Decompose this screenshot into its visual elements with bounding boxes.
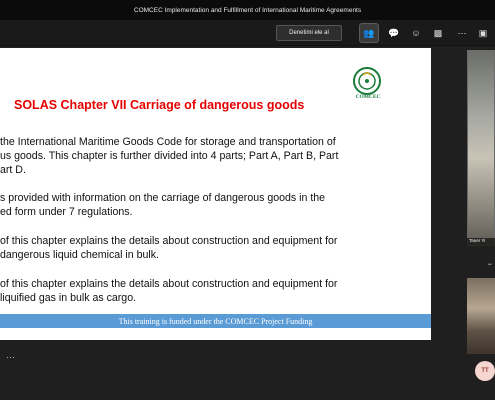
- slide-paragraph-3: of this chapter explains the details abo…: [0, 234, 420, 262]
- paragraph-line: liquified gas in bulk as cargo.: [0, 292, 137, 304]
- slide-footer-banner: This training is funded under the COMCEC…: [0, 314, 431, 328]
- paragraph-line: us goods. This chapter is further divide…: [0, 150, 339, 162]
- more-button[interactable]: …: [6, 350, 15, 360]
- participant-name-label: Taner Yi: [467, 238, 495, 246]
- camera-icon[interactable]: ▣: [473, 23, 493, 43]
- paragraph-line: of this chapter explains the details abo…: [0, 278, 338, 290]
- take-control-button[interactable]: Denetimi ele al: [276, 25, 342, 41]
- paragraph-line: art D.: [0, 164, 26, 176]
- window-title: COMCEC Implementation and Fulfillment of…: [133, 6, 362, 14]
- comcec-logo-text: COMCEC: [355, 94, 381, 100]
- participant-video-tile[interactable]: [467, 50, 495, 246]
- slide-paragraph-2: s provided with information on the carri…: [0, 191, 420, 219]
- slide-paragraph-4: of this chapter explains the details abo…: [0, 277, 420, 305]
- slide-title: SOLAS Chapter VII Carriage of dangerous …: [14, 98, 305, 112]
- reactions-icon[interactable]: ☺: [406, 23, 426, 43]
- slide-paragraph-1: the International Maritime Goods Code fo…: [0, 135, 420, 177]
- participants-icon[interactable]: 👥: [359, 23, 379, 43]
- comcec-logo-icon: [353, 67, 381, 95]
- meeting-toolbar: Denetimi ele al 👥 💬 ☺ ▩ ⋯ ▣: [0, 20, 495, 46]
- left-logo-fragment: [0, 78, 6, 92]
- window-titlebar: COMCEC Implementation and Fulfillment of…: [0, 0, 495, 20]
- more-participants-icon[interactable]: ••: [488, 262, 492, 268]
- paragraph-line: s provided with information on the carri…: [0, 192, 326, 204]
- paragraph-line: dangerous liquid chemical in bulk.: [0, 249, 159, 261]
- paragraph-line: ed form under 7 regulations.: [0, 206, 133, 218]
- participant-video-tile-2[interactable]: [467, 278, 495, 354]
- presentation-slide: COMCEC SOLAS Chapter VII Carriage of dan…: [0, 48, 431, 340]
- participant-avatar[interactable]: TT: [475, 361, 495, 381]
- more-options-icon[interactable]: ⋯: [452, 23, 472, 43]
- paragraph-line: of this chapter explains the details abo…: [0, 235, 338, 247]
- paragraph-line: the International Maritime Goods Code fo…: [0, 136, 336, 148]
- chat-icon[interactable]: 💬: [384, 23, 404, 43]
- rooms-icon[interactable]: ▩: [428, 23, 448, 43]
